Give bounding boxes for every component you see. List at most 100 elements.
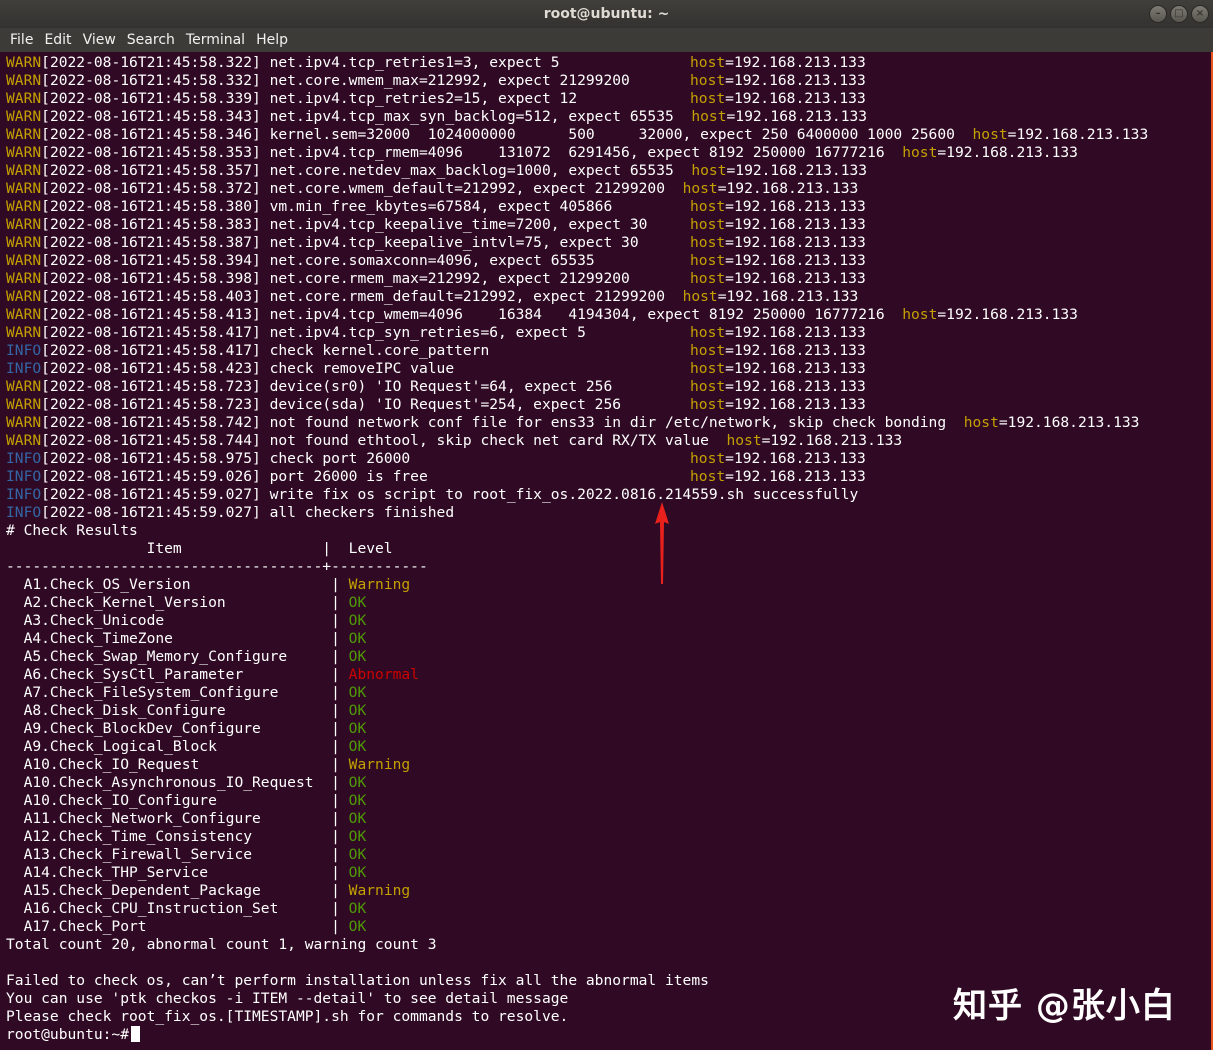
watermark: 知乎 @张小白 — [953, 986, 1176, 1026]
log-timestamp: [2022-08-16T21:45:58.423] — [41, 360, 261, 377]
minimize-button[interactable]: – — [1149, 5, 1167, 23]
check-level: OK — [348, 810, 367, 827]
maximize-button[interactable]: □ — [1170, 5, 1188, 23]
log-message: not found network conf file for ens33 in… — [260, 414, 964, 431]
log-host: host=192.168.213.133 — [902, 306, 1078, 323]
log-level: WARN — [6, 252, 42, 269]
host-label: host — [690, 234, 726, 251]
check-level: Warning — [348, 882, 411, 899]
check-level: OK — [348, 648, 367, 665]
log-level: WARN — [6, 378, 42, 395]
log-level: WARN — [6, 216, 42, 233]
results-row: A12.Check_Time_Consistency | OK — [6, 828, 1211, 846]
log-host: host=192.168.213.133 — [690, 324, 866, 342]
check-level: OK — [348, 792, 367, 809]
host-label: host — [690, 468, 726, 485]
log-level: WARN — [6, 72, 42, 89]
log-line: WARN[2022-08-16T21:45:58.339] net.ipv4.t… — [6, 90, 1211, 108]
log-timestamp: [2022-08-16T21:45:58.744] — [41, 432, 261, 449]
log-host: host=192.168.213.133 — [964, 414, 1140, 431]
check-item: A8.Check_Disk_Configure | — [6, 702, 349, 719]
check-item: A7.Check_FileSystem_Configure | — [6, 684, 349, 701]
log-line: INFO[2022-08-16T21:45:59.027] write fix … — [6, 486, 1211, 504]
check-item: A3.Check_Unicode | — [6, 612, 349, 629]
menu-view[interactable]: View — [78, 28, 122, 52]
host-label: host — [963, 414, 999, 431]
check-level: OK — [348, 864, 367, 881]
menu-terminal[interactable]: Terminal — [181, 28, 251, 52]
host-value: =192.168.213.133 — [725, 450, 866, 467]
check-level: OK — [348, 594, 367, 611]
check-item: A4.Check_TimeZone | — [6, 630, 349, 647]
log-message: net.core.somaxconn=4096, expect 65535 — [260, 252, 595, 269]
check-item: A14.Check_THP_Service | — [6, 864, 349, 881]
log-level: WARN — [6, 432, 42, 449]
log-level: WARN — [6, 54, 42, 71]
check-item: A10.Check_Asynchronous_IO_Request | — [6, 774, 349, 791]
check-item: A5.Check_Swap_Memory_Configure | — [6, 648, 349, 665]
host-value: =192.168.213.133 — [725, 54, 866, 71]
log-level: WARN — [6, 198, 42, 215]
log-host: host=192.168.213.133 — [690, 270, 866, 288]
check-level: OK — [348, 684, 367, 701]
check-item: A15.Check_Dependent_Package | — [6, 882, 349, 899]
check-item: A1.Check_OS_Version | — [6, 576, 349, 593]
host-label: host — [682, 288, 718, 305]
menu-edit[interactable]: Edit — [39, 28, 77, 52]
log-line: WARN[2022-08-16T21:45:58.332] net.core.w… — [6, 72, 1211, 90]
host-label: host — [690, 90, 726, 107]
results-row: A14.Check_THP_Service | OK — [6, 864, 1211, 882]
results-row: A10.Check_Asynchronous_IO_Request | OK — [6, 774, 1211, 792]
log-message: kernel.sem=32000 1024000000 500 32000, e… — [260, 126, 973, 143]
check-item: A17.Check_Port | — [6, 918, 349, 935]
log-timestamp: [2022-08-16T21:45:58.387] — [41, 234, 261, 251]
log-message: write fix os script to root_fix_os.2022.… — [260, 486, 859, 503]
check-item: A10.Check_IO_Configure | — [6, 792, 349, 809]
results-row: A7.Check_FileSystem_Configure | OK — [6, 684, 1211, 702]
log-line: WARN[2022-08-16T21:45:58.398] net.core.r… — [6, 270, 1211, 288]
log-line: INFO[2022-08-16T21:45:58.417] check kern… — [6, 342, 1211, 360]
log-timestamp: [2022-08-16T21:45:58.322] — [41, 54, 261, 71]
check-level: OK — [348, 738, 367, 755]
log-timestamp: [2022-08-16T21:45:58.403] — [41, 288, 261, 305]
menu-file[interactable]: File — [0, 28, 39, 52]
host-value: =192.168.213.133 — [937, 144, 1078, 161]
log-timestamp: [2022-08-16T21:45:58.398] — [41, 270, 261, 287]
shell-prompt: root@ubuntu:~# — [6, 1026, 130, 1043]
results-row: A13.Check_Firewall_Service | OK — [6, 846, 1211, 864]
host-value: =192.168.213.133 — [725, 72, 866, 89]
menu-search[interactable]: Search — [122, 28, 181, 52]
host-label: host — [691, 162, 727, 179]
menu-help[interactable]: Help — [251, 28, 294, 52]
host-value: =192.168.213.133 — [725, 270, 866, 287]
prompt-line: root@ubuntu:~# — [6, 1026, 1211, 1044]
check-level: OK — [348, 846, 367, 863]
results-row: A9.Check_Logical_Block | OK — [6, 738, 1211, 756]
log-level: WARN — [6, 162, 42, 179]
terminal-output[interactable]: WARN[2022-08-16T21:45:58.322] net.ipv4.t… — [6, 54, 1211, 1048]
check-level: OK — [348, 612, 367, 629]
check-level: OK — [348, 918, 367, 935]
host-label: host — [682, 180, 718, 197]
log-line: WARN[2022-08-16T21:45:58.744] not found … — [6, 432, 1211, 450]
close-button[interactable]: × — [1191, 5, 1209, 23]
host-value: =192.168.213.133 — [725, 360, 866, 377]
log-host: host=192.168.213.133 — [690, 450, 866, 468]
log-timestamp: [2022-08-16T21:45:59.026] — [41, 468, 261, 485]
log-line: WARN[2022-08-16T21:45:58.403] net.core.r… — [6, 288, 1211, 306]
log-level: WARN — [6, 306, 42, 323]
log-timestamp: [2022-08-16T21:45:58.394] — [41, 252, 261, 269]
title-bar[interactable]: root@ubuntu: ~ – □ × — [0, 0, 1213, 28]
host-label: host — [726, 432, 762, 449]
log-level: WARN — [6, 126, 42, 143]
log-message: net.ipv4.tcp_wmem=4096 16384 4194304, ex… — [260, 306, 903, 323]
host-label: host — [902, 306, 938, 323]
log-message: net.ipv4.tcp_syn_retries=6, expect 5 — [260, 324, 586, 341]
results-row: A11.Check_Network_Configure | OK — [6, 810, 1211, 828]
log-level: WARN — [6, 270, 42, 287]
log-host: host=192.168.213.133 — [690, 90, 866, 108]
log-line: WARN[2022-08-16T21:45:58.723] device(sr0… — [6, 378, 1211, 396]
log-level: WARN — [6, 288, 42, 305]
host-value: =192.168.213.133 — [725, 90, 866, 107]
text-cursor[interactable] — [131, 1026, 141, 1042]
